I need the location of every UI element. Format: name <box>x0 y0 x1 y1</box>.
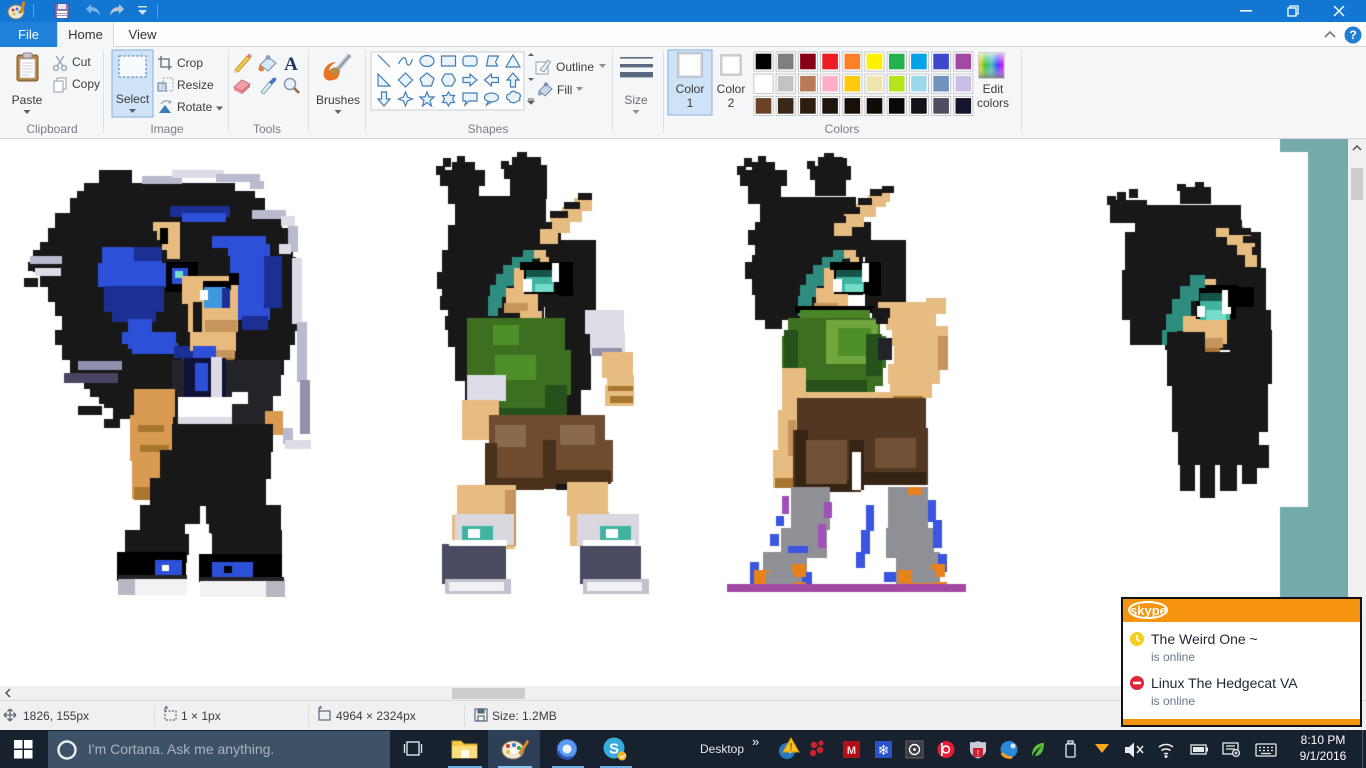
svg-text:Resize: Resize <box>177 78 214 92</box>
svg-text:Color: Color <box>676 82 705 96</box>
svg-text:Outline: Outline <box>556 60 594 74</box>
svg-text:S: S <box>609 741 619 758</box>
svg-text:Rotate: Rotate <box>177 100 213 114</box>
svg-text:Select: Select <box>116 92 150 106</box>
svg-text:Size: Size <box>624 93 648 107</box>
svg-text:Fill: Fill <box>557 83 572 97</box>
svg-text:Edit: Edit <box>983 82 1004 96</box>
svg-text:A: A <box>284 54 298 75</box>
svg-text:2: 2 <box>728 96 735 110</box>
svg-text:Crop: Crop <box>177 56 203 70</box>
svg-text:❄: ❄ <box>878 742 890 758</box>
svg-text:M: M <box>847 745 856 757</box>
svg-text:Color: Color <box>717 82 746 96</box>
svg-text:colors: colors <box>977 96 1009 110</box>
svg-text:Brushes: Brushes <box>316 93 360 107</box>
svg-text:!: ! <box>789 742 792 753</box>
svg-text:1: 1 <box>687 96 694 110</box>
svg-text:Copy: Copy <box>72 77 100 91</box>
svg-text:?: ? <box>1349 28 1356 42</box>
svg-text:!: ! <box>977 749 979 758</box>
svg-text:Cut: Cut <box>72 55 91 69</box>
svg-text:Paste: Paste <box>12 93 43 107</box>
